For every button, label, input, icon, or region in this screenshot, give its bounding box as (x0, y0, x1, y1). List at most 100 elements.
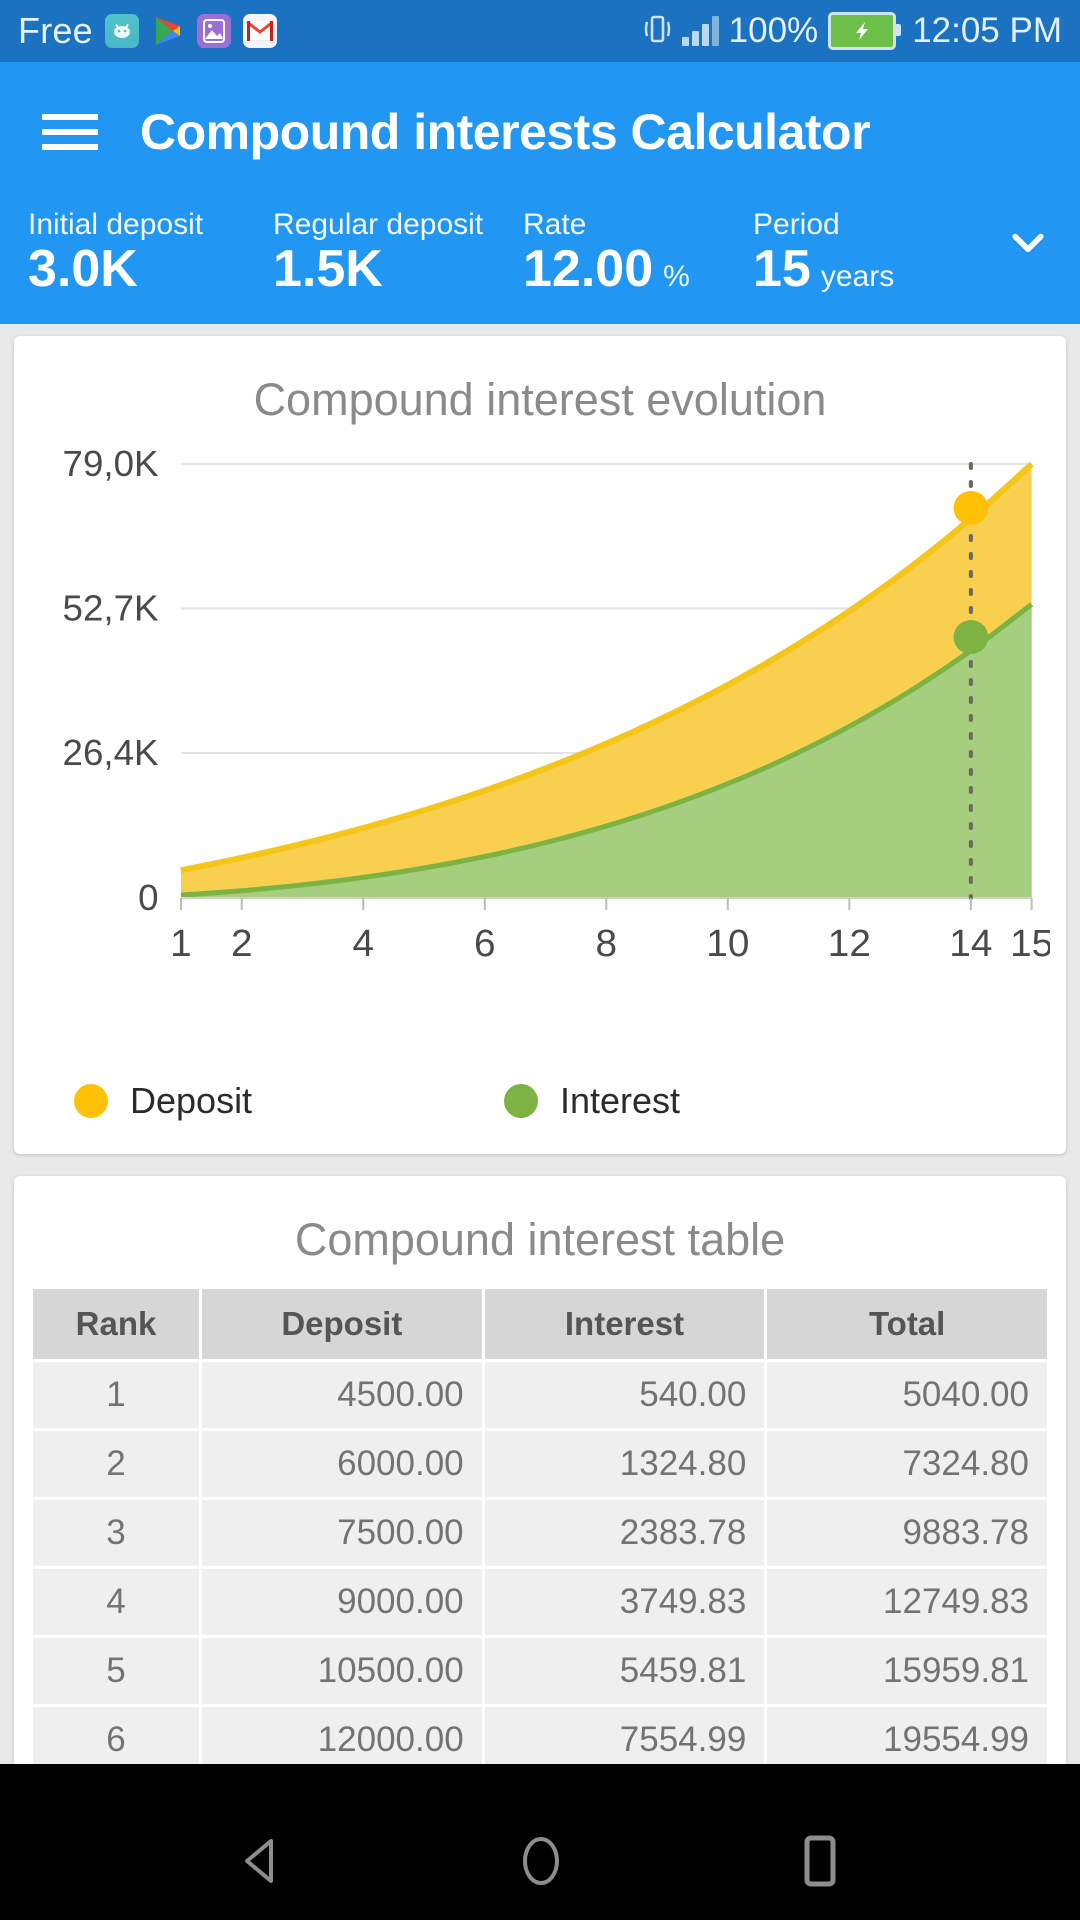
scroll-content[interactable]: Compound interest evolution 026,4K52,7K7… (0, 324, 1080, 1764)
photos-icon (197, 14, 231, 48)
compound-interest-table: Rank Deposit Interest Total 14500.00540.… (14, 1286, 1066, 1764)
cell-deposit: 9000.00 (202, 1569, 482, 1635)
chart-area[interactable]: 026,4K52,7K79,0K1246810121415 (14, 446, 1066, 1066)
column-header-rank: Rank (33, 1289, 199, 1359)
x-axis-tick-label: 12 (828, 923, 871, 966)
table-head: Rank Deposit Interest Total (33, 1289, 1047, 1359)
param-rate-value: 12.00 (523, 241, 653, 298)
cell-rank: 2 (33, 1431, 199, 1497)
table-row[interactable]: 14500.00540.005040.00 (33, 1362, 1047, 1428)
param-initial-deposit-label: Initial deposit (28, 208, 273, 241)
cell-total: 7324.80 (767, 1431, 1047, 1497)
cell-interest: 2383.78 (485, 1500, 765, 1566)
cell-deposit: 7500.00 (202, 1500, 482, 1566)
table-row[interactable]: 26000.001324.807324.80 (33, 1431, 1047, 1497)
app-bar: Compound interests Calculator Initial de… (0, 62, 1080, 324)
legend-label-deposit: Deposit (130, 1080, 252, 1122)
clock-label: 12:05 PM (912, 11, 1062, 51)
table-row[interactable]: 37500.002383.789883.78 (33, 1500, 1047, 1566)
cell-deposit: 10500.00 (202, 1638, 482, 1704)
data-point-marker-deposit[interactable] (954, 491, 989, 525)
recents-square-icon[interactable] (797, 1832, 843, 1890)
android-icon (105, 14, 139, 48)
x-axis-tick-label: 4 (352, 923, 374, 966)
table-body: 14500.00540.005040.0026000.001324.807324… (33, 1362, 1047, 1764)
x-axis-tick-label: 14 (949, 923, 992, 966)
y-axis-tick-label: 52,7K (63, 588, 159, 629)
cell-rank: 4 (33, 1569, 199, 1635)
gmail-icon (243, 14, 277, 48)
cell-interest: 5459.81 (485, 1638, 765, 1704)
param-regular-deposit-value: 1.5K (273, 241, 383, 298)
battery-percent-label: 100% (729, 11, 819, 51)
status-bar-right: 100% 12:05 PM (642, 11, 1062, 51)
cell-interest: 1324.80 (485, 1431, 765, 1497)
hamburger-menu-icon[interactable] (42, 105, 98, 159)
chart-legend: Deposit Interest (14, 1066, 1066, 1144)
table-card: Compound interest table Rank Deposit Int… (14, 1176, 1066, 1764)
x-axis-tick-label: 10 (706, 923, 749, 966)
cell-interest: 7554.99 (485, 1707, 765, 1764)
parameters-summary[interactable]: Initial deposit 3.0K Regular deposit 1.5… (0, 202, 1080, 298)
table-row[interactable]: 510500.005459.8115959.81 (33, 1638, 1047, 1704)
cell-total: 19554.99 (767, 1707, 1047, 1764)
cell-total: 12749.83 (767, 1569, 1047, 1635)
page-title: Compound interests Calculator (140, 103, 870, 161)
cell-rank: 1 (33, 1362, 199, 1428)
cell-rank: 6 (33, 1707, 199, 1764)
cell-interest: 540.00 (485, 1362, 765, 1428)
home-circle-icon[interactable] (515, 1832, 567, 1890)
signal-bars-icon (682, 16, 719, 46)
y-axis-tick-label: 26,4K (63, 732, 159, 773)
vibrate-icon (642, 12, 672, 51)
table-title: Compound interest table (14, 1214, 1066, 1266)
status-bar-left: Free (18, 10, 277, 52)
x-axis-tick-label: 8 (596, 923, 618, 966)
column-header-total: Total (767, 1289, 1047, 1359)
data-point-marker-interest[interactable] (954, 620, 989, 654)
legend-color-dot-deposit (74, 1084, 108, 1118)
column-header-deposit: Deposit (202, 1289, 482, 1359)
param-rate-label: Rate (523, 208, 753, 241)
chevron-down-icon[interactable] (1006, 220, 1050, 264)
param-rate-unit: % (663, 260, 690, 294)
param-initial-deposit[interactable]: Initial deposit 3.0K (28, 208, 273, 298)
param-period-unit: years (821, 260, 894, 294)
cell-rank: 3 (33, 1500, 199, 1566)
chart-title: Compound interest evolution (14, 374, 1066, 426)
x-axis-tick-label: 6 (474, 923, 496, 966)
param-rate[interactable]: Rate 12.00 % (523, 208, 753, 298)
table-row[interactable]: 49000.003749.8312749.83 (33, 1569, 1047, 1635)
x-axis-tick-label: 15 (1010, 923, 1050, 966)
y-axis-tick-label: 79,0K (63, 446, 159, 484)
param-initial-deposit-value-row: 3.0K (28, 241, 273, 298)
cell-deposit: 12000.00 (202, 1707, 482, 1764)
cell-deposit: 4500.00 (202, 1362, 482, 1428)
carrier-label: Free (18, 10, 93, 52)
param-regular-deposit-label: Regular deposit (273, 208, 523, 241)
table-row[interactable]: 612000.007554.9919554.99 (33, 1707, 1047, 1764)
param-period-label: Period (753, 208, 983, 241)
param-initial-deposit-value: 3.0K (28, 241, 138, 298)
app-bar-top-row: Compound interests Calculator (0, 62, 1080, 202)
legend-item-interest[interactable]: Interest (504, 1080, 680, 1122)
param-regular-deposit-value-row: 1.5K (273, 241, 523, 298)
x-axis-tick-label: 2 (231, 923, 253, 966)
cell-total: 5040.00 (767, 1362, 1047, 1428)
param-period-value-row: 15 years (753, 241, 983, 298)
param-period-value: 15 (753, 241, 811, 298)
param-rate-value-row: 12.00 % (523, 241, 753, 298)
battery-charging-icon (828, 12, 896, 50)
compound-interest-area-chart[interactable]: 026,4K52,7K79,0K1246810121415 (30, 446, 1050, 991)
legend-item-deposit[interactable]: Deposit (74, 1080, 504, 1122)
legend-label-interest: Interest (560, 1080, 680, 1122)
param-period[interactable]: Period 15 years (753, 208, 983, 298)
system-navigation-bar (0, 1802, 1080, 1920)
legend-color-dot-interest (504, 1084, 538, 1118)
cell-deposit: 6000.00 (202, 1431, 482, 1497)
param-regular-deposit[interactable]: Regular deposit 1.5K (273, 208, 523, 298)
status-bar: Free 100% 12:05 PM (0, 0, 1080, 62)
x-axis-tick-label: 1 (170, 923, 192, 966)
cell-total: 9883.78 (767, 1500, 1047, 1566)
back-triangle-icon[interactable] (237, 1835, 285, 1887)
